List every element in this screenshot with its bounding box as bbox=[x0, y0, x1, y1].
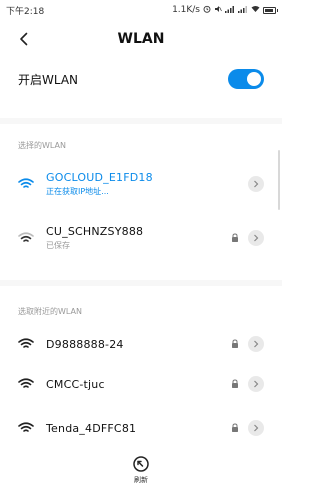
network-name: CU_SCHNZSY888 bbox=[46, 225, 144, 238]
wifi-icon bbox=[18, 421, 34, 435]
network-detail-button[interactable] bbox=[248, 420, 264, 436]
back-button[interactable] bbox=[14, 29, 34, 49]
page-title: WLAN bbox=[117, 31, 165, 47]
wifi-icon bbox=[18, 231, 34, 245]
chevron-right-icon bbox=[254, 424, 259, 432]
refresh-label: 刷新 bbox=[134, 476, 148, 484]
network-row-nearby-2[interactable]: Tenda_4DFFC81 bbox=[0, 406, 282, 450]
chevron-right-icon bbox=[254, 234, 259, 242]
network-name: D9888888-24 bbox=[46, 337, 124, 351]
network-speed: 1.1K/s bbox=[172, 5, 200, 15]
lock-icon bbox=[230, 422, 240, 434]
wifi-status-icon bbox=[251, 5, 260, 15]
network-name: CMCC-tjuc bbox=[46, 377, 105, 391]
wifi-icon bbox=[18, 177, 34, 191]
refresh-icon bbox=[133, 456, 149, 472]
wifi-icon bbox=[18, 377, 34, 391]
toggle-knob bbox=[247, 72, 261, 86]
network-detail-button[interactable] bbox=[248, 176, 264, 192]
network-name: GOCLOUD_E1FD18 bbox=[46, 171, 153, 184]
section-divider bbox=[0, 280, 282, 286]
nearby-section-header: 选取附近的WLAN bbox=[18, 307, 83, 316]
signal-icon bbox=[225, 5, 235, 15]
battery-icon bbox=[263, 6, 278, 14]
network-row-nearby-0[interactable]: D9888888-24 bbox=[0, 322, 282, 366]
wifi-icon bbox=[18, 337, 34, 351]
network-name: Tenda_4DFFC81 bbox=[46, 421, 137, 435]
network-row-selected-0[interactable]: GOCLOUD_E1FD18 正在获取IP地址... bbox=[0, 162, 282, 206]
chevron-right-icon bbox=[254, 180, 259, 188]
network-row-selected-1[interactable]: CU_SCHNZSY888 已保存 bbox=[0, 216, 282, 260]
section-divider bbox=[0, 118, 282, 124]
wlan-toggle-row: 开启WLAN bbox=[0, 62, 282, 96]
title-bar: WLAN bbox=[0, 22, 282, 56]
network-detail-button[interactable] bbox=[248, 336, 264, 352]
status-bar: 下午2:18 1.1K/s bbox=[0, 0, 282, 20]
network-detail-button[interactable] bbox=[248, 376, 264, 392]
chevron-right-icon bbox=[254, 340, 259, 348]
status-time: 下午2:18 bbox=[6, 6, 45, 17]
alarm-icon bbox=[203, 5, 211, 15]
mute-icon bbox=[214, 5, 222, 15]
lock-icon bbox=[230, 232, 240, 244]
wlan-toggle-switch[interactable] bbox=[228, 69, 264, 89]
scrollbar[interactable] bbox=[278, 150, 280, 210]
network-detail-button[interactable] bbox=[248, 230, 264, 246]
refresh-button[interactable]: 刷新 bbox=[126, 455, 156, 491]
network-info: CU_SCHNZSY888 已保存 bbox=[46, 225, 230, 251]
signal-2-icon bbox=[238, 5, 248, 15]
battery-level bbox=[265, 8, 273, 12]
chevron-right-icon bbox=[254, 380, 259, 388]
back-arrow-icon bbox=[20, 32, 28, 46]
status-icons: 1.1K/s bbox=[172, 5, 278, 15]
network-info: Tenda_4DFFC81 bbox=[46, 422, 230, 435]
network-info: CMCC-tjuc bbox=[46, 378, 230, 391]
network-info: D9888888-24 bbox=[46, 338, 230, 351]
network-info: GOCLOUD_E1FD18 正在获取IP地址... bbox=[46, 171, 248, 197]
network-status: 已保存 bbox=[46, 241, 70, 250]
lock-icon bbox=[230, 378, 240, 390]
selected-section-header: 选择的WLAN bbox=[18, 141, 67, 150]
network-status: 正在获取IP地址... bbox=[46, 187, 109, 196]
network-row-nearby-1[interactable]: CMCC-tjuc bbox=[0, 362, 282, 406]
lock-icon bbox=[230, 338, 240, 350]
wlan-toggle-label: 开启WLAN bbox=[18, 72, 79, 87]
